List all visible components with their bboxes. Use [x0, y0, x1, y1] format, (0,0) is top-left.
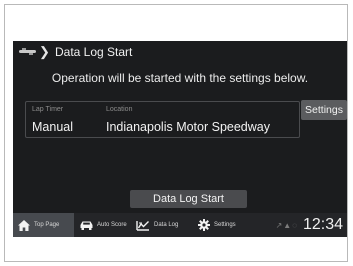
settings-button[interactable]: Settings — [301, 100, 347, 120]
figure-frame: ❯ Data Log Start Operation will be start… — [4, 4, 348, 262]
car-icon — [80, 221, 93, 230]
home-icon — [18, 219, 30, 231]
settings-summary-panel: Lap Timer Manual Location Indianapolis M… — [25, 101, 300, 138]
nav-item-label: Top Page — [34, 222, 60, 228]
bottom-nav-bar: Top Page Auto Score Data Log Settings ↗▲… — [13, 213, 347, 237]
location-label: Location — [106, 106, 133, 113]
page-title: Data Log Start — [55, 45, 133, 59]
nav-item-top-page[interactable]: Top Page — [13, 213, 74, 237]
clock: 12:34 — [302, 216, 343, 233]
nav-item-data-log[interactable]: Data Log — [136, 213, 178, 237]
app-logo-icon — [19, 48, 36, 55]
chevron-right-icon[interactable]: ❯ — [39, 45, 50, 59]
lap-timer-label: Lap Timer — [32, 106, 64, 113]
nav-item-auto-score[interactable]: Auto Score — [80, 213, 127, 237]
data-log-start-button[interactable]: Data Log Start — [130, 190, 247, 208]
screen-header: ❯ Data Log Start — [13, 41, 347, 63]
lap-timer-value: Manual — [32, 120, 73, 134]
location-value: Indianapolis Motor Speedway — [106, 120, 270, 134]
status-area: ↗▲◌ 12:34 — [276, 213, 343, 237]
nav-item-label: Auto Score — [97, 222, 127, 228]
nav-item-label: Settings — [214, 222, 236, 228]
data-log-icon — [136, 220, 149, 231]
signal-status-icon: ↗▲◌ — [275, 220, 298, 230]
gear-icon — [198, 219, 210, 231]
instruction-message: Operation will be started with the setti… — [51, 71, 309, 85]
display-screen: ❯ Data Log Start Operation will be start… — [13, 41, 347, 237]
nav-item-label: Data Log — [154, 222, 179, 228]
nav-item-settings[interactable]: Settings — [198, 213, 236, 237]
